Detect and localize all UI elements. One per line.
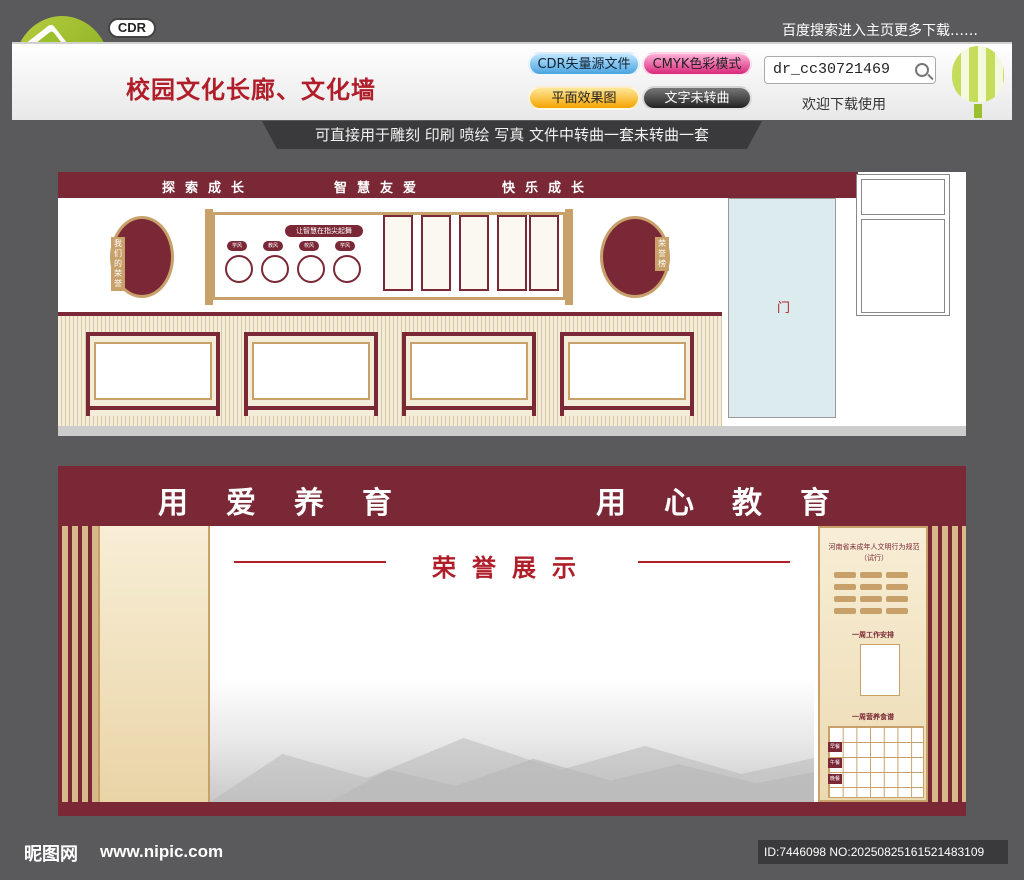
mini-tab-1: 学风 <box>227 241 247 251</box>
slogan-right: 用心教育 <box>596 486 868 521</box>
window <box>856 174 950 316</box>
left-round-label: 我们的荣誉 <box>111 237 125 291</box>
mini-circle <box>225 255 253 283</box>
notice-board <box>560 332 694 416</box>
footer-id: ID:7446098 NO:20250825161521483109 <box>758 840 1008 864</box>
left-round-frame: 我们的荣誉 <box>110 216 174 298</box>
honor-divider-right <box>638 561 790 563</box>
welcome-text: 欢迎下载使用 <box>802 97 886 113</box>
meal-row-label: 午餐 <box>828 758 842 768</box>
right-pillar <box>928 526 966 802</box>
cmyk-button[interactable]: CMYK色彩模式 <box>642 52 752 76</box>
cdr-badge: CDR <box>108 18 156 38</box>
flat-preview-button[interactable]: 平面效果图 <box>528 86 640 110</box>
notice-board <box>402 332 536 416</box>
door: 门 <box>728 198 836 418</box>
corridor-floor <box>58 426 966 436</box>
search-input[interactable]: dr_cc30721469 <box>764 56 936 84</box>
page-title: 校园文化长廊、文化墙 <box>126 76 376 104</box>
scroll-image-panel <box>459 215 489 291</box>
footer-brand: 昵图网 <box>24 844 78 865</box>
subtitle-bar: 可直接用于雕刻 印刷 喷绘 写真 文件中转曲一套未转曲一套 <box>262 121 762 149</box>
topbar-slogan-3: 快乐成长 <box>502 181 595 196</box>
scroll-title: 让智慧在指尖起舞 <box>285 225 363 237</box>
top-note: 百度搜索进入主页更多下载…… <box>782 23 978 39</box>
topbar-slogan-2: 智慧友爱 <box>334 181 427 196</box>
door-label: 门 <box>777 301 791 316</box>
weekly-plan-sheet <box>860 644 900 696</box>
left-pillar <box>58 526 98 802</box>
mini-tab-2: 教风 <box>263 241 283 251</box>
board-title: 河南省未成年人文明行为规范（试行） <box>828 543 920 562</box>
honor-bottom-bar <box>58 802 966 816</box>
mini-tab-4: 学风 <box>335 241 355 251</box>
slogan-left: 用爱养育 <box>158 486 430 521</box>
right-info-board: 河南省未成年人文明行为规范（试行） 一周工作安排 一周营养食谱 早餐 午餐 晚餐 <box>818 526 928 802</box>
header-banner: 校园文化长廊、文化墙 CDR失量源文件 CMYK色彩模式 平面效果图 文字未转曲… <box>12 42 1012 120</box>
scroll-text-panel <box>421 215 451 291</box>
scroll-image-panel <box>497 215 527 291</box>
honor-wall-design: 用爱养育 用心教育 荣誉展示 河南省未成年人文明行为规范（试行） 一周工作安排 … <box>58 466 966 816</box>
corridor-lower-wall <box>58 316 722 426</box>
meal-row-label: 早餐 <box>828 742 842 752</box>
mini-tab-3: 校风 <box>299 241 319 251</box>
corridor-wall-design: 探索成长 智慧友爱 快乐成长 我们的荣誉 荣誉榜 让智慧在指尖起舞 学风 教风 … <box>58 172 966 436</box>
weekly-menu-title: 一周营养食谱 <box>852 713 894 721</box>
mini-circle <box>261 255 289 283</box>
search-icon[interactable] <box>915 63 929 77</box>
cdr-vector-button[interactable]: CDR失量源文件 <box>528 52 640 76</box>
honor-title: 荣誉展示 <box>432 554 592 582</box>
text-not-converted-button[interactable]: 文字未转曲 <box>642 86 752 110</box>
scroll-text-panel <box>383 215 413 291</box>
footer-url[interactable]: www.nipic.com <box>100 842 223 862</box>
right-round-label: 荣誉榜 <box>655 237 669 271</box>
balloon-basket-icon <box>974 104 982 118</box>
honor-display-area: 荣誉展示 <box>210 526 814 802</box>
topbar-slogan-1: 探索成长 <box>162 181 255 196</box>
search-value: dr_cc30721469 <box>773 61 891 78</box>
corridor-top-bar: 探索成长 智慧友爱 快乐成长 <box>58 172 858 198</box>
center-scroll-board: 让智慧在指尖起舞 学风 教风 校风 学风 <box>205 209 573 305</box>
weekly-plan-title: 一周工作安排 <box>852 631 894 639</box>
notice-board <box>244 332 378 416</box>
menu-table <box>828 726 924 798</box>
right-round-frame: 荣誉榜 <box>600 216 670 298</box>
left-scroll-panel <box>98 526 210 802</box>
scroll-image-panel <box>529 215 559 291</box>
meal-row-label: 晚餐 <box>828 774 842 784</box>
notice-board <box>86 332 220 416</box>
balloon-icon <box>952 46 1004 102</box>
mini-circle <box>297 255 325 283</box>
mini-circle <box>333 255 361 283</box>
honor-top-banner: 用爱养育 用心教育 <box>58 466 966 526</box>
